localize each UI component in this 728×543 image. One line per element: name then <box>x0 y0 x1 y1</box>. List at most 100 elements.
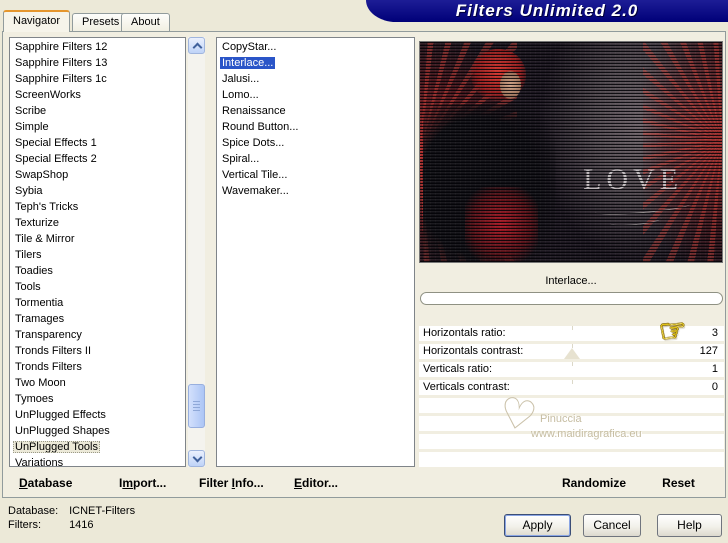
param-row-empty <box>419 398 724 413</box>
param-value: 127 <box>699 345 718 357</box>
filter-item-label: Vertical Tile... <box>222 169 288 181</box>
category-item[interactable]: Special Effects 2 <box>10 152 185 168</box>
param-slider-row[interactable]: Verticals ratio: 1 <box>419 362 724 377</box>
cancel-button[interactable]: Cancel <box>583 514 641 537</box>
category-list[interactable]: Sapphire Filters 12 Sapphire Filters 13 Sa… <box>9 37 186 467</box>
tab-about-label: About <box>131 16 160 28</box>
category-item-label: Toadies <box>15 265 53 277</box>
slider-thumb[interactable] <box>563 348 580 359</box>
filter-item[interactable]: Renaissance <box>217 104 414 120</box>
category-item[interactable]: Tymoes <box>10 392 185 408</box>
filter-preview-image: LOVE <box>419 41 723 263</box>
category-item[interactable]: Transparency <box>10 328 185 344</box>
filter-item[interactable]: Spiral... <box>217 152 414 168</box>
category-item-label: UnPlugged Effects <box>15 409 106 421</box>
filter-item[interactable]: Jalusi... <box>217 72 414 88</box>
category-item-label: Special Effects 1 <box>15 137 97 149</box>
category-item[interactable]: Simple <box>10 120 185 136</box>
tab-navigator-label: Navigator <box>13 15 61 27</box>
category-item[interactable]: Tormentia <box>10 296 185 312</box>
category-item[interactable]: Tilers <box>10 248 185 264</box>
filter-item[interactable]: Wavemaker... <box>217 184 414 200</box>
scrollbar-thumb[interactable] <box>188 384 205 428</box>
param-row-empty <box>419 452 724 467</box>
filter-item-label: Spiral... <box>222 153 260 165</box>
filter-item[interactable]: Lomo... <box>217 88 414 104</box>
category-item[interactable]: Scribe <box>10 104 185 120</box>
filter-item-label: Renaissance <box>222 105 286 117</box>
category-item[interactable]: UnPlugged Effects <box>10 408 185 424</box>
pointing-hand-icon: ☞ <box>657 311 689 351</box>
category-item[interactable]: UnPlugged Shapes <box>10 424 185 440</box>
category-item[interactable]: Tile & Mirror <box>10 232 185 248</box>
category-item[interactable]: Sapphire Filters 12 <box>10 40 185 56</box>
import-button[interactable]: Import... <box>119 476 166 490</box>
scroll-up-icon[interactable] <box>188 37 205 54</box>
category-item-label: Two Moon <box>15 377 66 389</box>
tab-about[interactable]: About <box>121 13 170 32</box>
category-item-label: Tormentia <box>15 297 64 309</box>
status-filters-label: Filters: <box>8 519 41 531</box>
category-item-label: Tymoes <box>15 393 54 405</box>
category-item[interactable]: Sapphire Filters 1c <box>10 72 185 88</box>
filter-item-label: Spice Dots... <box>222 137 285 149</box>
param-value: 3 <box>711 327 718 339</box>
category-item[interactable]: SwapShop <box>10 168 185 184</box>
editor-button[interactable]: Editor... <box>294 476 338 490</box>
reset-button[interactable]: Reset <box>651 476 706 490</box>
category-item-label: Sybia <box>15 185 43 197</box>
filter-info-button[interactable]: Filter Info... <box>199 476 264 490</box>
filter-item[interactable]: Vertical Tile... <box>217 168 414 184</box>
category-item-label: Tronds Filters <box>15 361 82 373</box>
filter-item-label: Lomo... <box>222 89 259 101</box>
randomize-button[interactable]: Randomize <box>549 476 639 490</box>
category-item-label: Special Effects 2 <box>15 153 97 165</box>
category-item-label: Teph's Tricks <box>15 201 79 213</box>
status-filters: Filters: 1416 <box>8 519 94 531</box>
tab-navigator[interactable]: Navigator <box>3 10 71 32</box>
status-filters-value: 1416 <box>69 519 94 531</box>
filter-item[interactable]: Spice Dots... <box>217 136 414 152</box>
category-item[interactable]: Variations <box>10 456 185 466</box>
category-item[interactable]: Tronds Filters II <box>10 344 185 360</box>
category-item[interactable]: Tools <box>10 280 185 296</box>
category-item[interactable]: Sybia <box>10 184 185 200</box>
category-item[interactable]: Tramages <box>10 312 185 328</box>
category-item-label: UnPlugged Shapes <box>15 425 110 437</box>
category-item[interactable]: Toadies <box>10 264 185 280</box>
category-item-label: Tile & Mirror <box>15 233 75 245</box>
category-item[interactable]: Teph's Tricks <box>10 200 185 216</box>
category-item-label: Tronds Filters II <box>15 345 91 357</box>
param-label: Horizontals ratio: <box>423 327 506 339</box>
param-label: Verticals ratio: <box>423 363 493 375</box>
filter-item[interactable]: Round Button... <box>217 120 414 136</box>
watermark-site: www.maidiragrafica.eu <box>531 428 642 440</box>
navigator-page: Sapphire Filters 12 Sapphire Filters 13 Sa… <box>2 31 726 498</box>
apply-button[interactable]: Apply <box>504 514 571 537</box>
category-item[interactable]: Tronds Filters <box>10 360 185 376</box>
category-item-label: Tramages <box>15 313 65 325</box>
filter-item-label: Wavemaker... <box>222 185 289 197</box>
filter-item[interactable]: Interlace... <box>217 56 414 72</box>
filter-item-label: Interlace... <box>220 57 276 69</box>
category-item[interactable]: Two Moon <box>10 376 185 392</box>
category-item[interactable]: UnPlugged Tools <box>10 440 185 456</box>
scroll-down-icon[interactable] <box>188 450 205 467</box>
filter-list[interactable]: CopyStar... Interlace... Jalusi... Lomo... R… <box>216 37 415 467</box>
help-button[interactable]: Help <box>657 514 722 537</box>
param-slider-row[interactable]: Verticals contrast: 0 <box>419 380 724 395</box>
category-scrollbar-track[interactable] <box>188 37 205 467</box>
category-item[interactable]: Sapphire Filters 13 <box>10 56 185 72</box>
tab-presets-label: Presets <box>82 16 120 28</box>
watermark-author: Pinuccia <box>540 413 582 425</box>
param-value: 1 <box>711 363 718 375</box>
category-item-label: Tools <box>15 281 41 293</box>
status-database: Database: ICNET-Filters <box>8 505 135 517</box>
category-item[interactable]: Special Effects 1 <box>10 136 185 152</box>
filter-item[interactable]: CopyStar... <box>217 40 414 56</box>
category-item-label: Tilers <box>15 249 42 261</box>
category-item[interactable]: ScreenWorks <box>10 88 185 104</box>
database-button[interactable]: Database <box>19 476 72 490</box>
category-item-label: ScreenWorks <box>15 89 81 101</box>
category-item[interactable]: Texturize <box>10 216 185 232</box>
